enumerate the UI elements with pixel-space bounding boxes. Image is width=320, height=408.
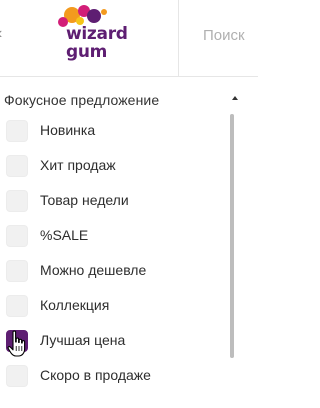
filter-option-best-price[interactable]: Лучшая цена [4,326,234,361]
logo-wordmark: wizard gum [66,25,128,61]
option-label: Скоро в продаже [40,367,151,383]
option-label: Лучшая цена [40,332,126,348]
checkbox[interactable] [6,365,28,387]
checkbox[interactable] [6,225,28,247]
logo-line1: wizard [66,24,128,44]
checkbox[interactable] [6,190,28,212]
checkbox-checked[interactable] [6,330,28,352]
filter-option-cheaper[interactable]: Можно дешевле [4,256,234,291]
filter-option-collection[interactable]: Коллекция [4,291,234,326]
filter-panel: Фокусное предложение Новинка Хит продаж … [0,78,258,408]
filter-option-week[interactable]: Товар недели [4,186,234,221]
search-placeholder: Поиск [203,27,245,44]
option-label: Можно дешевле [40,262,147,278]
filter-title: Фокусное предложение [4,92,160,108]
chevron-left-icon[interactable]: ‹ [0,26,2,42]
caret-up-icon[interactable] [232,96,238,100]
checkbox[interactable] [6,260,28,282]
site-header: ‹ wizard gum Поиск [0,0,259,77]
checkbox[interactable] [6,155,28,177]
option-label: Товар недели [40,192,129,208]
option-label: Хит продаж [40,157,116,173]
checkbox[interactable] [6,120,28,142]
logo-line2: gum [66,42,108,62]
filter-option-novinka[interactable]: Новинка [4,116,234,151]
search-input[interactable]: Поиск [178,0,259,76]
filter-header[interactable]: Фокусное предложение [4,92,238,112]
filter-option-coming-soon[interactable]: Скоро в продаже [4,361,234,396]
scrollbar-thumb[interactable] [230,114,234,358]
filter-options: Новинка Хит продаж Товар недели %SALE Мо… [4,116,234,396]
filter-option-sale[interactable]: %SALE [4,221,234,256]
scrollbar-track[interactable] [230,114,234,358]
filter-option-hit[interactable]: Хит продаж [4,151,234,186]
option-label: Новинка [40,122,96,138]
option-label: %SALE [40,227,89,243]
wizard-gum-logo[interactable]: wizard gum [42,5,142,69]
checkbox[interactable] [6,295,28,317]
option-label: Коллекция [40,297,110,313]
